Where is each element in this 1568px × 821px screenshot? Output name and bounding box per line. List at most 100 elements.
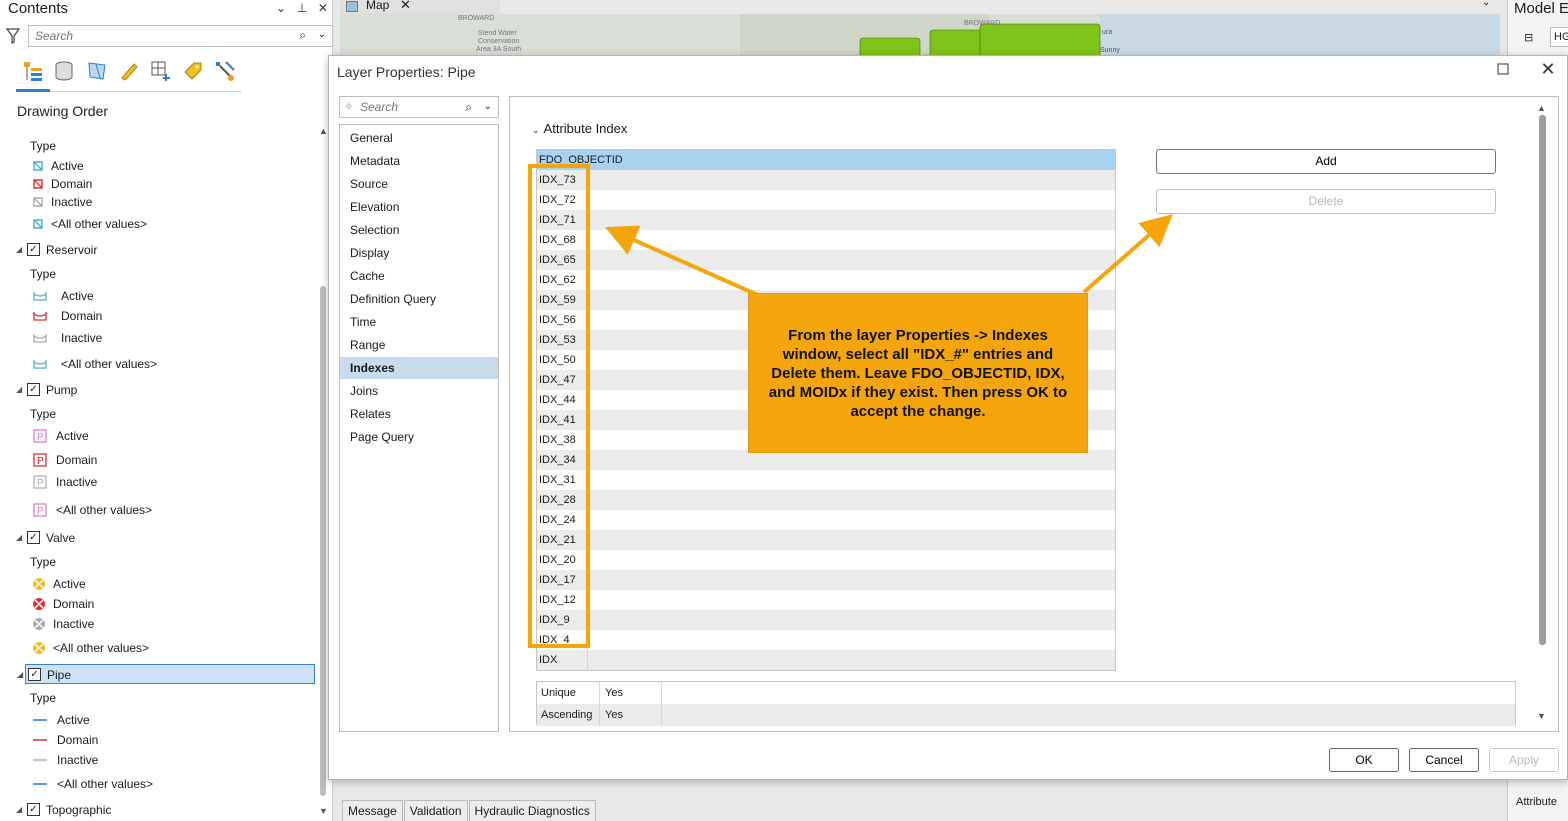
index-row[interactable]: IDX (537, 650, 1115, 670)
add-button[interactable]: Add (1156, 149, 1496, 174)
dialog-search-box[interactable]: ✧ ⌕ ⌄ (339, 96, 499, 118)
search-dropdown-icon[interactable]: ⌄ (484, 101, 492, 112)
pin-icon[interactable]: ⊥ (297, 1, 307, 15)
index-row[interactable]: IDX_31 (537, 470, 1115, 490)
expand-icon[interactable]: ◢ (16, 380, 22, 400)
contents-search-input[interactable] (29, 26, 279, 46)
scroll-down-icon[interactable]: ▼ (1537, 711, 1546, 721)
layer-pump[interactable]: ◢ ✓ Pump (0, 380, 318, 400)
index-row[interactable]: IDX_9 (537, 610, 1115, 630)
delete-button[interactable]: Delete (1156, 189, 1496, 214)
apply-button[interactable]: Apply (1489, 748, 1559, 772)
search-icon[interactable]: ⌕ (465, 100, 472, 115)
tab-hydraulic-diagnostics[interactable]: Hydraulic Diagnostics (468, 800, 596, 821)
scroll-down-icon[interactable]: ▼ (319, 806, 328, 816)
pump-symbol-icon: P (33, 429, 47, 443)
expand-icon[interactable]: ◢ (16, 528, 22, 548)
property-row: Unique Yes (537, 682, 1515, 704)
index-row[interactable]: IDX_17 (537, 570, 1115, 590)
selection-icon[interactable] (84, 58, 110, 84)
nav-item-relates[interactable]: Relates (340, 403, 498, 425)
nav-item-source[interactable]: Source (340, 173, 498, 195)
map-view[interactable]: BROWARD Stend Water Conservation Area 3A… (340, 14, 1500, 58)
model-tree-icon[interactable]: ⊟ (1524, 31, 1533, 44)
visibility-checkbox[interactable]: ✓ (27, 243, 40, 256)
panel-scrollbar[interactable]: ▲ ▼ (1536, 103, 1548, 723)
snapping-icon[interactable] (148, 58, 174, 84)
ok-button[interactable]: OK (1329, 748, 1399, 772)
nav-item-joins[interactable]: Joins (340, 380, 498, 402)
nav-item-definition-query[interactable]: Definition Query (340, 288, 498, 310)
layer-reservoir[interactable]: ◢ ✓ Reservoir (0, 240, 318, 260)
index-row[interactable]: IDX_65 (537, 250, 1115, 270)
nav-item-range[interactable]: Range (340, 334, 498, 356)
index-row[interactable]: IDX_73 (537, 170, 1115, 190)
nav-item-cache[interactable]: Cache (340, 265, 498, 287)
index-row[interactable]: IDX_68 (537, 230, 1115, 250)
map-tab[interactable]: Map ✕ ⌄ (340, 0, 1490, 14)
attribute-tab[interactable]: Attribute (1516, 796, 1557, 808)
nav-item-selection[interactable]: Selection (340, 219, 498, 241)
index-row[interactable]: IDX_21 (537, 530, 1115, 550)
scroll-up-icon[interactable]: ▲ (319, 126, 328, 136)
layer-topographic[interactable]: ◢ ✓ Topographic (0, 800, 318, 820)
search-icon[interactable]: ⌕ (299, 28, 306, 43)
expand-icon[interactable]: ◢ (16, 800, 22, 820)
panel-scroll-thumb[interactable] (1539, 115, 1546, 645)
expand-icon[interactable]: ◢ (16, 240, 22, 260)
cancel-button[interactable]: Cancel (1409, 748, 1479, 772)
column-divider (661, 682, 662, 704)
attribute-index-header[interactable]: ⌄ Attribute Index (532, 121, 627, 136)
nav-item-time[interactable]: Time (340, 311, 498, 333)
index-properties: Unique Yes Ascending Yes (536, 681, 1516, 726)
layer-valve[interactable]: ◢ ✓ Valve (0, 528, 318, 548)
scroll-up-icon[interactable]: ▲ (1537, 103, 1546, 113)
pane-menu-icon[interactable]: ⌄ (276, 1, 286, 15)
dialog-search-input[interactable] (340, 97, 440, 117)
nav-item-general[interactable]: General (340, 127, 498, 149)
visibility-checkbox[interactable]: ✓ (27, 531, 40, 544)
index-row[interactable]: FDO_OBJECTID (537, 150, 1115, 170)
index-row[interactable]: IDX_34 (537, 450, 1115, 470)
map-dropdown-icon[interactable]: ⌄ (1482, 0, 1490, 8)
visibility-checkbox[interactable]: ✓ (27, 803, 40, 816)
nav-item-elevation[interactable]: Elevation (340, 196, 498, 218)
data-source-icon[interactable] (51, 58, 77, 84)
index-row[interactable]: IDX_72 (537, 190, 1115, 210)
index-row[interactable]: IDX_4 (537, 630, 1115, 650)
index-row[interactable]: IDX_28 (537, 490, 1115, 510)
nav-item-page-query[interactable]: Page Query (340, 426, 498, 448)
close-map-tab-icon[interactable]: ✕ (400, 0, 411, 13)
column-divider (599, 704, 600, 726)
expand-icon[interactable]: ◢ (17, 665, 23, 685)
filter-icon[interactable] (6, 28, 20, 44)
symbol-label: Domain (51, 177, 93, 191)
drawing-order-icon[interactable] (20, 58, 46, 84)
nav-item-display[interactable]: Display (340, 242, 498, 264)
contents-search-box[interactable]: ⌕ ⌄ (28, 25, 333, 47)
contents-scrollbar[interactable]: ▲ ▼ (318, 126, 328, 816)
nav-item-indexes[interactable]: Indexes (340, 357, 498, 379)
tab-validation[interactable]: Validation (403, 800, 468, 821)
visibility-checkbox[interactable]: ✓ (27, 383, 40, 396)
labeling-icon[interactable] (180, 58, 206, 84)
index-row[interactable]: IDX_24 (537, 510, 1115, 530)
contents-scroll-thumb[interactable] (320, 286, 326, 796)
tab-message[interactable]: Message (342, 800, 403, 821)
svg-text:P: P (37, 432, 44, 443)
visibility-checkbox[interactable]: ✓ (28, 668, 41, 681)
editing-icon[interactable] (116, 58, 142, 84)
dialog-close-icon[interactable]: ✕ (1539, 60, 1557, 78)
charts-icon[interactable] (212, 58, 238, 84)
layer-pipe[interactable]: ◢ ✓ Pipe (17, 664, 315, 684)
index-row[interactable]: IDX_71 (537, 210, 1115, 230)
index-row[interactable]: IDX_12 (537, 590, 1115, 610)
nav-item-metadata[interactable]: Metadata (340, 150, 498, 172)
index-row[interactable]: IDX_20 (537, 550, 1115, 570)
index-row[interactable]: IDX_62 (537, 270, 1115, 290)
close-icon[interactable]: ✕ (318, 1, 328, 15)
model-field[interactable]: HG (1550, 27, 1568, 47)
maximize-icon[interactable] (1497, 63, 1509, 75)
pane-controls: ⌄ ⊥ ✕ (276, 1, 328, 15)
search-dropdown-icon[interactable]: ⌄ (318, 29, 326, 40)
